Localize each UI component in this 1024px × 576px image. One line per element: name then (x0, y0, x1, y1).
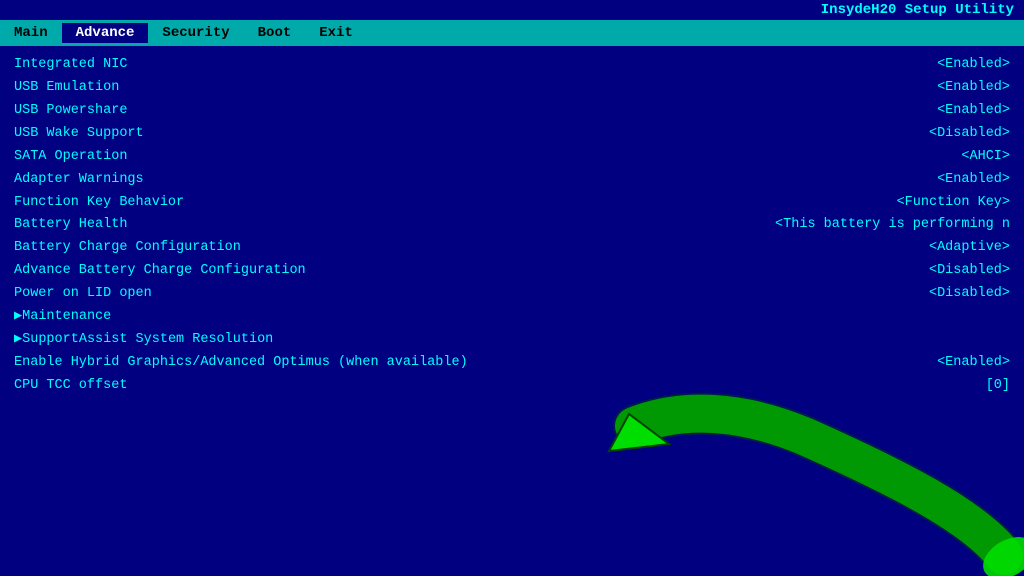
setting-name-8: Battery Charge Configuration (14, 238, 241, 259)
setting-name-2: USB Powershare (14, 101, 127, 122)
setting-value-2: <Enabled> (937, 101, 1010, 122)
settings-row-2[interactable]: USB Powershare <Enabled> (14, 100, 1010, 123)
settings-row-3[interactable]: USB Wake Support <Disabled> (14, 123, 1010, 146)
settings-row-7[interactable]: Battery Health <This battery is performin… (14, 214, 1010, 237)
settings-row-6[interactable]: Function Key Behavior <Function Key> (14, 192, 1010, 215)
setting-name-13: Enable Hybrid Graphics/Advanced Optimus … (14, 353, 468, 374)
setting-name-3: USB Wake Support (14, 124, 144, 145)
setting-value-4: <AHCI> (961, 147, 1010, 168)
setting-name-11: ▶Maintenance (14, 307, 111, 328)
menu-item-exit[interactable]: Exit (305, 23, 367, 43)
settings-row-1[interactable]: USB Emulation <Enabled> (14, 77, 1010, 100)
settings-row-9[interactable]: Advance Battery Charge Configuration <Dis… (14, 260, 1010, 283)
setting-value-9: <Disabled> (929, 261, 1010, 282)
setting-value-3: <Disabled> (929, 124, 1010, 145)
setting-value-0: <Enabled> (937, 55, 1010, 76)
settings-row-0[interactable]: Integrated NIC <Enabled> (14, 54, 1010, 77)
setting-name-1: USB Emulation (14, 78, 119, 99)
title-bar: InsydeH20 Setup Utility (0, 0, 1024, 20)
setting-value-14: [0] (986, 376, 1010, 397)
settings-row-5[interactable]: Adapter Warnings <Enabled> (14, 169, 1010, 192)
setting-value-7: <This battery is performing n (775, 215, 1010, 236)
setting-name-9: Advance Battery Charge Configuration (14, 261, 306, 282)
setting-value-6: <Function Key> (897, 193, 1010, 214)
setting-name-5: Adapter Warnings (14, 170, 144, 191)
content-area: Integrated NIC <Enabled> USB Emulation <Ena… (0, 46, 1024, 406)
setting-value-13: <Enabled> (937, 353, 1010, 374)
setting-name-14: CPU TCC offset (14, 376, 127, 397)
menu-item-main[interactable]: Main (0, 23, 62, 43)
menu-bar: MainAdvanceSecurityBootExit (0, 20, 1024, 46)
setting-value-5: <Enabled> (937, 170, 1010, 191)
menu-item-advance[interactable]: Advance (62, 23, 149, 43)
title-text: InsydeH20 Setup Utility (821, 2, 1014, 18)
settings-row-8[interactable]: Battery Charge Configuration <Adaptive> (14, 237, 1010, 260)
setting-name-12: ▶SupportAssist System Resolution (14, 330, 273, 351)
settings-row-14[interactable]: CPU TCC offset [0] (14, 375, 1010, 398)
setting-name-7: Battery Health (14, 215, 127, 236)
setting-value-8: <Adaptive> (929, 238, 1010, 259)
settings-row-12[interactable]: ▶SupportAssist System Resolution (14, 329, 1010, 352)
setting-name-6: Function Key Behavior (14, 193, 184, 214)
settings-row-11[interactable]: ▶Maintenance (14, 306, 1010, 329)
settings-row-13[interactable]: Enable Hybrid Graphics/Advanced Optimus … (14, 352, 1010, 375)
setting-value-10: <Disabled> (929, 284, 1010, 305)
settings-row-4[interactable]: SATA Operation <AHCI> (14, 146, 1010, 169)
menu-item-security[interactable]: Security (148, 23, 243, 43)
setting-value-1: <Enabled> (937, 78, 1010, 99)
setting-name-4: SATA Operation (14, 147, 127, 168)
settings-row-10[interactable]: Power on LID open <Disabled> (14, 283, 1010, 306)
setting-name-0: Integrated NIC (14, 55, 127, 76)
menu-item-boot[interactable]: Boot (244, 23, 306, 43)
setting-name-10: Power on LID open (14, 284, 152, 305)
